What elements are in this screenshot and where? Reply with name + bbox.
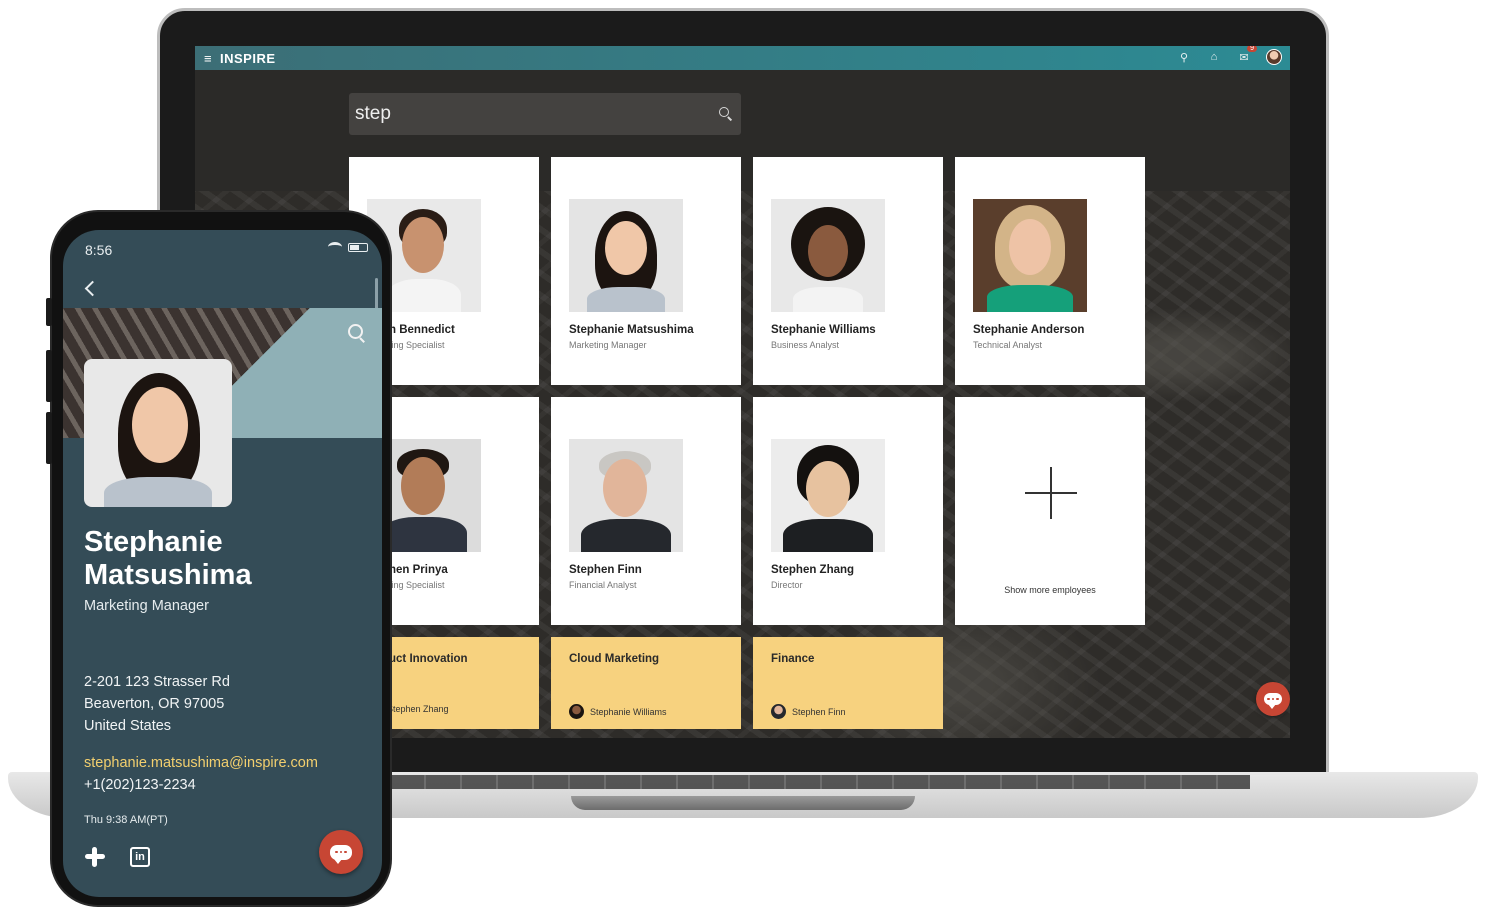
wifi-icon bbox=[328, 242, 342, 252]
employee-role: Business Analyst bbox=[771, 340, 840, 350]
employee-photo bbox=[771, 199, 885, 312]
show-more-employees-card[interactable]: Show more employees bbox=[955, 397, 1145, 625]
profile-photo bbox=[84, 359, 232, 507]
phone-volume-down bbox=[46, 412, 52, 464]
notifications-icon[interactable]: ✉ 9 bbox=[1236, 46, 1257, 65]
email-link[interactable]: stephanie.matsushima@inspire.com bbox=[84, 755, 318, 771]
search-icon[interactable]: ⚲ bbox=[1176, 49, 1192, 65]
employee-name: Stephanie Williams bbox=[771, 324, 876, 336]
team-owner: Stephanie Williams bbox=[569, 704, 667, 719]
team-owner: Stephen Zhang bbox=[387, 704, 449, 714]
search-input[interactable]: step bbox=[355, 103, 719, 125]
team-owner: Stephen Finn bbox=[771, 704, 846, 719]
home-icon[interactable]: ⌂ bbox=[1206, 49, 1222, 65]
employee-role: Director bbox=[771, 580, 803, 590]
team-owner-name: Stephen Zhang bbox=[387, 704, 449, 714]
hamburger-icon[interactable]: ≡ bbox=[204, 51, 216, 66]
employee-name: Stephen Zhang bbox=[771, 564, 855, 576]
employee-role: ting Specialist bbox=[389, 580, 445, 590]
profile-name: Stephanie Matsushima bbox=[84, 526, 252, 591]
app-brand[interactable]: INSPIRE bbox=[220, 51, 276, 66]
profile-address: 2-201 123 Strasser Rd Beaverton, OR 9700… bbox=[84, 671, 230, 737]
team-name: Cloud Marketing bbox=[569, 653, 660, 665]
address-line: 2-201 123 Strasser Rd bbox=[84, 674, 230, 690]
owner-avatar bbox=[569, 704, 584, 719]
employee-name: h Bennedict bbox=[389, 324, 455, 336]
battery-icon bbox=[348, 242, 368, 252]
address-line: United States bbox=[84, 718, 172, 734]
back-icon[interactable] bbox=[84, 280, 101, 297]
chat-button[interactable] bbox=[1256, 682, 1290, 716]
employee-card[interactable]: Stephanie Anderson Technical Analyst bbox=[955, 157, 1145, 385]
chat-icon bbox=[1264, 693, 1282, 709]
employee-role: ting Specialist bbox=[389, 340, 445, 350]
chat-icon bbox=[330, 844, 352, 864]
profile-title: Marketing Manager bbox=[84, 598, 209, 614]
phone-mute-switch bbox=[46, 298, 52, 326]
notification-badge: 9 bbox=[1247, 46, 1257, 52]
phone-screen: 8:56 Stephanie Matsushima Marketing Mana… bbox=[63, 230, 382, 897]
employee-card[interactable]: Stephanie Williams Business Analyst bbox=[753, 157, 943, 385]
team-owner-name: Stephen Finn bbox=[792, 706, 846, 717]
employee-role: Marketing Manager bbox=[569, 340, 647, 350]
plus-icon bbox=[1025, 467, 1077, 519]
user-avatar[interactable] bbox=[1266, 49, 1282, 65]
local-time: Thu 9:38 AM(PT) bbox=[84, 814, 168, 826]
team-name: uct Innovation bbox=[389, 653, 468, 665]
linkedin-icon[interactable]: in bbox=[130, 847, 150, 867]
team-owner-name: Stephanie Williams bbox=[590, 706, 667, 717]
employee-card[interactable]: Stephen Zhang Director bbox=[753, 397, 943, 625]
employee-name: Stephanie Anderson bbox=[973, 324, 1085, 336]
slack-icon[interactable] bbox=[85, 847, 105, 867]
phone-volume-up bbox=[46, 350, 52, 402]
employee-photo bbox=[569, 199, 683, 312]
employee-search[interactable]: step bbox=[349, 93, 741, 135]
keyboard-edge bbox=[390, 775, 1250, 789]
team-card[interactable]: Finance Stephen Finn bbox=[753, 637, 943, 729]
team-card[interactable]: Cloud Marketing Stephanie Williams bbox=[551, 637, 741, 729]
app-header: ≡ INSPIRE ⚲ ⌂ ✉ 9 bbox=[195, 46, 1290, 70]
search-icon[interactable] bbox=[719, 107, 733, 121]
employee-role: Technical Analyst bbox=[973, 340, 1043, 350]
employee-card[interactable]: Stephanie Matsushima Marketing Manager bbox=[551, 157, 741, 385]
show-more-label: Show more employees bbox=[1004, 585, 1096, 595]
employee-photo bbox=[973, 199, 1087, 312]
owner-avatar bbox=[771, 704, 786, 719]
employee-role: Financial Analyst bbox=[569, 580, 637, 590]
employee-card[interactable]: Stephen Finn Financial Analyst bbox=[551, 397, 741, 625]
employee-name: Stephanie Matsushima bbox=[569, 324, 694, 336]
employee-name: hen Prinya bbox=[389, 564, 448, 576]
marketing-composite: ≡ INSPIRE ⚲ ⌂ ✉ 9 step h Bennedict ting … bbox=[0, 0, 1486, 907]
status-time: 8:56 bbox=[85, 242, 113, 258]
employee-photo bbox=[771, 439, 885, 552]
employee-name: Stephen Finn bbox=[569, 564, 642, 576]
employee-photo bbox=[569, 439, 683, 552]
address-line: Beaverton, OR 97005 bbox=[84, 696, 225, 712]
team-name: Finance bbox=[771, 653, 815, 665]
phone-link[interactable]: +1(202)123-2234 bbox=[84, 777, 196, 793]
search-icon[interactable] bbox=[348, 324, 366, 342]
chat-button[interactable] bbox=[319, 830, 363, 874]
